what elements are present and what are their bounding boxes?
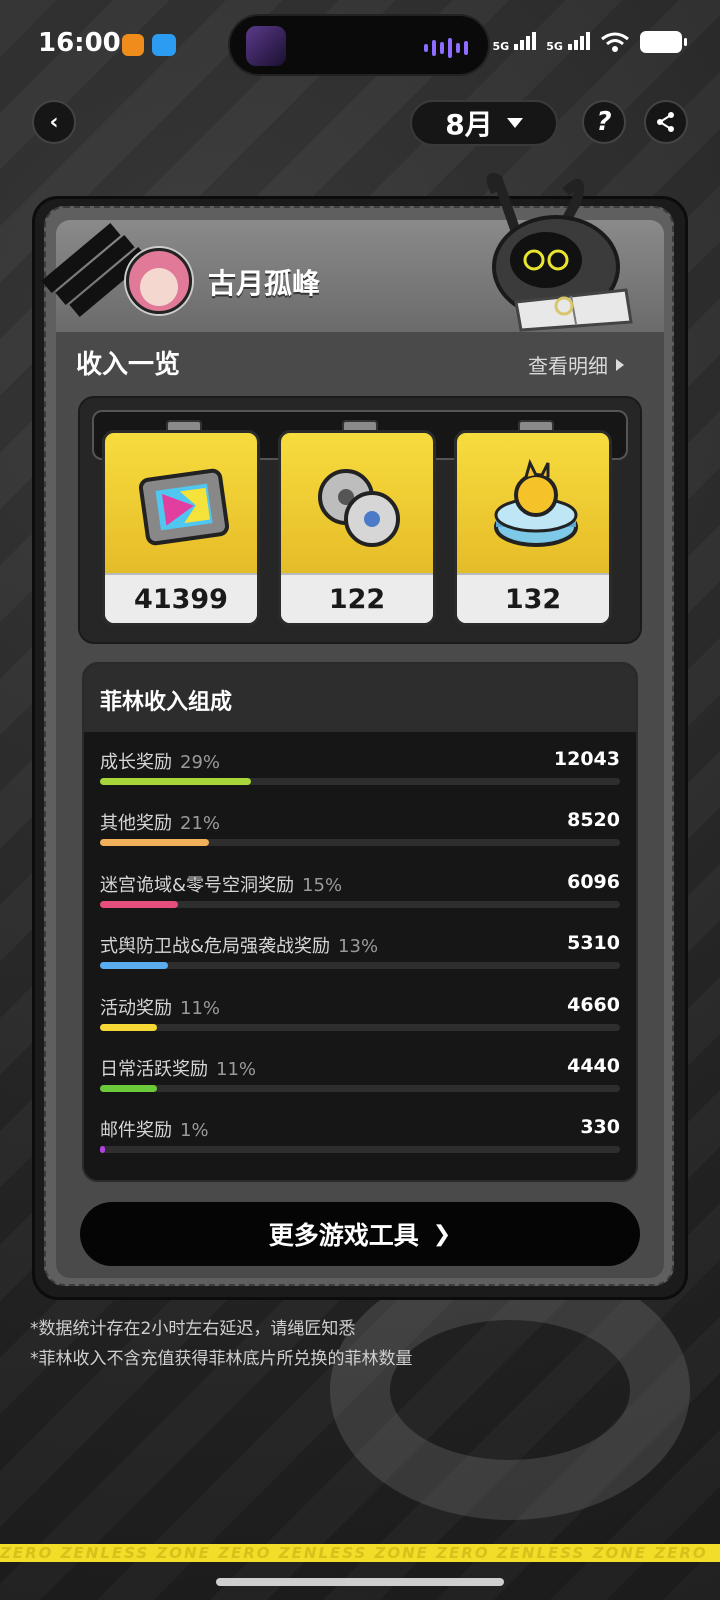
- composition-row: 式舆防卫战&危局强袭战奖励 13% 5310: [100, 932, 620, 982]
- composition-name: 式舆防卫战&危局强袭战奖励: [100, 936, 331, 958]
- composition-row: 成长奖励 29% 12043: [100, 748, 620, 798]
- more-tools-button[interactable]: 更多游戏工具 ❯: [80, 1202, 640, 1266]
- share-icon: [657, 112, 674, 132]
- reward-value: 41399: [134, 583, 228, 615]
- composition-percent: 11%: [180, 997, 221, 1019]
- composition-value: 8520: [567, 809, 620, 832]
- composition-label: 式舆防卫战&危局强袭战奖励 13%: [100, 932, 378, 958]
- username: 古月孤峰: [208, 267, 321, 300]
- reward-card-bangboo-coin[interactable]: 132: [454, 430, 612, 626]
- caret-down-icon: [506, 118, 523, 128]
- income-composition-title: 菲林收入组成: [100, 690, 233, 715]
- composition-value: 4440: [567, 1055, 620, 1077]
- composition-label: 其他奖励 21%: [100, 809, 220, 835]
- dynamic-island[interactable]: [228, 14, 490, 76]
- back-button[interactable]: ‹: [32, 100, 76, 144]
- chevron-right-icon: ❯: [432, 1221, 452, 1247]
- wifi-icon: [601, 32, 629, 52]
- battery-icon: [640, 31, 687, 53]
- composition-progress-track: [100, 1085, 620, 1092]
- composition-row: 日常活跃奖励 11% 4440: [100, 1055, 620, 1105]
- month-selector[interactable]: 8月: [410, 100, 558, 146]
- composition-percent: 11%: [216, 1059, 257, 1080]
- footnote: *菲林收入不含充值获得菲林底片所兑换的菲林数量: [30, 1349, 413, 1369]
- footnote: *数据统计存在2小时左右延迟，请绳匠知悉: [30, 1319, 356, 1339]
- composition-name: 活动奖励: [100, 997, 172, 1019]
- composition-name: 成长奖励: [100, 752, 172, 773]
- question-icon: ?: [596, 107, 612, 137]
- composition-label: 迷宫诡域&零号空洞奖励 15%: [100, 871, 342, 897]
- cloud-app-icon: [152, 34, 176, 56]
- composition-percent: 29%: [180, 752, 221, 773]
- composition-progress-fill: [100, 1146, 105, 1154]
- composition-progress-track: [100, 962, 620, 970]
- composition-percent: 21%: [180, 813, 221, 835]
- composition-label: 日常活跃奖励 11%: [100, 1055, 256, 1081]
- composition-progress-fill: [100, 900, 178, 908]
- composition-progress-track: [100, 900, 620, 908]
- composition-name: 其他奖励: [100, 813, 172, 835]
- composition-row: 活动奖励 11% 4660: [100, 994, 620, 1044]
- composition-label: 邮件奖励 1%: [100, 1116, 209, 1142]
- composition-label: 成长奖励 29%: [100, 748, 220, 774]
- composition-value: 6096: [567, 870, 620, 893]
- composition-progress-track: [100, 839, 620, 847]
- composition-percent: 15%: [302, 874, 343, 896]
- composition-progress-track: [100, 778, 620, 785]
- chevron-right-icon: [616, 358, 624, 371]
- reward-value: 122: [328, 583, 386, 615]
- more-tools-label: 更多游戏工具: [268, 1221, 419, 1250]
- film-reels-icon: [318, 469, 400, 547]
- brand-strip: ZERO ZENLESS ZONE ZERO ZENLESS ZONE ZERO…: [0, 1544, 720, 1562]
- composition-value: 5310: [567, 932, 620, 955]
- month-label: 8月: [445, 108, 493, 141]
- composition-progress-fill: [100, 1023, 157, 1031]
- composition-row: 邮件奖励 1% 330: [100, 1116, 620, 1166]
- composition-progress-fill: [100, 1085, 157, 1092]
- signal-2-icon: 5G: [546, 30, 590, 54]
- chevron-left-icon: ‹: [49, 109, 59, 135]
- composition-row: 其他奖励 21% 8520: [100, 809, 620, 859]
- composition-percent: 1%: [180, 1120, 209, 1142]
- reward-card-polychrome[interactable]: 41399: [102, 430, 260, 626]
- composition-progress-fill: [100, 839, 209, 847]
- avatar: [126, 248, 192, 314]
- media-thumbnail: [246, 26, 286, 66]
- composition-row: 迷宫诡域&零号空洞奖励 15% 6096: [100, 871, 620, 921]
- reward-value: 132: [504, 583, 562, 615]
- income-overview-title: 收入一览: [76, 350, 181, 380]
- reward-card-film-reels[interactable]: 122: [278, 430, 436, 626]
- notification-app-icon: [122, 34, 144, 56]
- view-details-link[interactable]: 查看明细: [528, 350, 624, 379]
- help-button[interactable]: ?: [582, 100, 626, 144]
- status-bar: 16:00 5G 5G: [0, 0, 720, 92]
- composition-name: 迷宫诡域&零号空洞奖励: [100, 874, 295, 896]
- composition-progress-fill: [100, 778, 251, 785]
- composition-value: 12043: [553, 748, 620, 770]
- film-ticket-icon: [138, 468, 230, 546]
- status-icons: 5G 5G: [492, 30, 687, 54]
- view-details-label: 查看明细: [528, 354, 608, 378]
- bangboo-coin-icon: [494, 458, 578, 547]
- composition-progress-track: [100, 1023, 620, 1031]
- share-button[interactable]: [644, 100, 688, 144]
- composition-value: 330: [580, 1116, 620, 1139]
- decorative-stripes: [36, 210, 149, 318]
- composition-label: 活动奖励 11%: [100, 994, 220, 1020]
- bangboo-mascot-icon: [486, 172, 633, 332]
- audio-wave-icon: [424, 38, 468, 58]
- composition-value: 4660: [567, 993, 620, 1016]
- composition-progress-track: [100, 1146, 620, 1154]
- composition-name: 邮件奖励: [100, 1120, 172, 1142]
- composition-percent: 13%: [338, 936, 379, 958]
- home-indicator[interactable]: [216, 1578, 504, 1586]
- status-time: 16:00: [38, 28, 121, 58]
- decorative-code: [200, 350, 240, 374]
- signal-1-icon: 5G: [492, 30, 537, 54]
- composition-progress-fill: [100, 962, 168, 970]
- composition-name: 日常活跃奖励: [100, 1059, 208, 1080]
